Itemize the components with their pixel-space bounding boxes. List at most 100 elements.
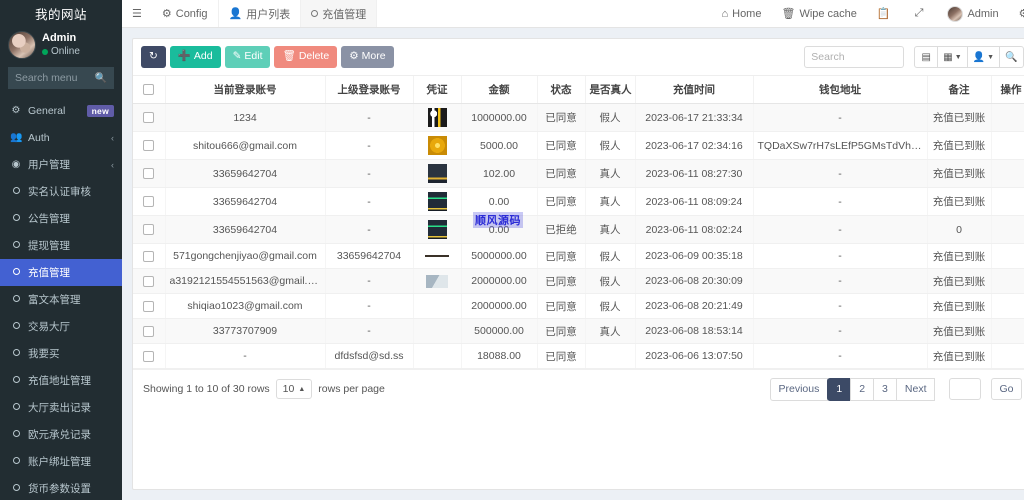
row-checkbox[interactable] xyxy=(143,276,154,287)
table-row[interactable]: shiqiao1023@gmail.com-2000000.00已同意假人202… xyxy=(133,294,1024,319)
refresh-button[interactable]: ↻ xyxy=(141,46,166,68)
topbar-action-0[interactable]: ⌂Home xyxy=(711,0,771,27)
page-button-3[interactable]: 3 xyxy=(873,378,897,401)
topbar-tab-1[interactable]: 👤用户列表 xyxy=(219,0,302,27)
sidebar-search[interactable]: 🔍 xyxy=(8,67,114,89)
row-checkbox[interactable] xyxy=(143,351,154,362)
voucher-cell[interactable] xyxy=(413,319,461,344)
voucher-thumbnail-icon[interactable] xyxy=(428,220,447,239)
row-checkbox[interactable] xyxy=(143,224,154,235)
voucher-cell[interactable] xyxy=(413,244,461,269)
table-row[interactable]: shitou666@gmail.com-5000.00已同意假人2023-06-… xyxy=(133,132,1024,160)
row-select-cell[interactable] xyxy=(133,132,165,160)
topbar-action-5[interactable]: ⚙ xyxy=(1009,0,1024,27)
page-button-1[interactable]: 1 xyxy=(827,378,851,401)
more-button[interactable]: ⚙ More xyxy=(341,46,393,68)
goto-page-input[interactable] xyxy=(949,378,981,400)
voucher-cell[interactable] xyxy=(413,294,461,319)
topbar-tab-0[interactable]: ⚙Config xyxy=(152,0,219,27)
row-checkbox[interactable] xyxy=(143,112,154,123)
grid-icon[interactable]: ▦▼ xyxy=(937,46,967,68)
search-menu-input[interactable] xyxy=(15,72,107,84)
sidebar-item-12[interactable]: 欧元承兑记录 xyxy=(0,421,122,448)
table-row[interactable]: 33659642704-0.00已同意真人2023-06-11 08:09:24… xyxy=(133,188,1024,216)
add-button[interactable]: ➕ Add xyxy=(170,46,221,68)
sidebar-item-1[interactable]: 👥Auth‹ xyxy=(0,124,122,151)
row-checkbox[interactable] xyxy=(143,301,154,312)
delete-button[interactable]: 🗑 Delete xyxy=(274,46,337,68)
next-page-button[interactable]: Next xyxy=(896,378,936,401)
time-cell: 2023-06-08 18:53:14 xyxy=(635,319,753,344)
row-select-cell[interactable] xyxy=(133,269,165,294)
table-row[interactable]: 1234-1000000.00已同意假人2023-06-17 21:33:34-… xyxy=(133,104,1024,132)
voucher-cell[interactable] xyxy=(413,104,461,132)
row-checkbox[interactable] xyxy=(143,168,154,179)
hamburger-menu-button[interactable]: ☰ xyxy=(122,0,152,27)
circle-o-icon xyxy=(10,267,22,278)
select-all-header[interactable] xyxy=(133,76,165,104)
edit-button[interactable]: ✎ Edit xyxy=(225,46,271,68)
voucher-cell[interactable] xyxy=(413,132,461,160)
row-select-cell[interactable] xyxy=(133,104,165,132)
topbar-action-4[interactable]: Admin xyxy=(937,0,1008,27)
export-icon[interactable]: 👤▼ xyxy=(967,46,1000,68)
voucher-thumbnail-icon[interactable] xyxy=(428,164,447,183)
row-checkbox[interactable] xyxy=(143,251,154,262)
sidebar-item-4[interactable]: 公告管理 xyxy=(0,205,122,232)
sidebar-item-7[interactable]: 富文本管理 xyxy=(0,286,122,313)
row-select-cell[interactable] xyxy=(133,319,165,344)
sidebar-item-8[interactable]: 交易大厅 xyxy=(0,313,122,340)
topbar-action-3[interactable]: ⤢ xyxy=(905,0,938,27)
table-row[interactable]: -dfdsfsd@sd.ss18088.00已同意2023-06-06 13:0… xyxy=(133,344,1024,369)
account-cell: 33659642704 xyxy=(165,188,325,216)
row-checkbox[interactable] xyxy=(143,196,154,207)
go-button[interactable]: Go xyxy=(991,378,1021,400)
table-row[interactable]: 33659642704-102.00已同意真人2023-06-11 08:27:… xyxy=(133,160,1024,188)
page-button-2[interactable]: 2 xyxy=(850,378,874,401)
sidebar-item-14[interactable]: 货币参数设置 xyxy=(0,475,122,500)
row-select-cell[interactable] xyxy=(133,216,165,244)
voucher-cell[interactable] xyxy=(413,216,461,244)
voucher-thumbnail-icon[interactable] xyxy=(428,192,447,211)
previous-page-button[interactable]: Previous xyxy=(770,378,829,401)
select-all-checkbox[interactable] xyxy=(143,84,154,95)
sidebar-item-10[interactable]: 充值地址管理 xyxy=(0,367,122,394)
table-row[interactable]: 571gongchenjiyao@gmail.com33659642704500… xyxy=(133,244,1024,269)
sidebar-user-panel[interactable]: Admin Online xyxy=(0,26,122,65)
voucher-thumbnail-icon[interactable] xyxy=(428,108,447,127)
topbar-tab-2[interactable]: 充值管理 xyxy=(301,0,377,27)
sidebar-item-6[interactable]: 充值管理 xyxy=(0,259,122,286)
sidebar-item-5[interactable]: 提现管理 xyxy=(0,232,122,259)
table-row[interactable]: 33773707909-500000.00已同意真人2023-06-08 18:… xyxy=(133,319,1024,344)
sidebar-item-0[interactable]: ⚙Generalnew xyxy=(0,97,122,124)
topbar-tabs: ⚙Config👤用户列表充值管理 xyxy=(152,0,377,27)
row-select-cell[interactable] xyxy=(133,344,165,369)
voucher-thumbnail-icon[interactable] xyxy=(428,136,447,155)
row-select-cell[interactable] xyxy=(133,294,165,319)
sidebar-item-2[interactable]: ◉用户管理‹ xyxy=(0,151,122,178)
columns-icon[interactable]: ▤ xyxy=(914,46,938,68)
search-icon-button[interactable]: 🔍 xyxy=(999,46,1023,68)
sidebar-item-11[interactable]: 大厅卖出记录 xyxy=(0,394,122,421)
sidebar-item-13[interactable]: 账户绑址管理 xyxy=(0,448,122,475)
action-cell xyxy=(991,269,1024,294)
sidebar-item-9[interactable]: 我要买 xyxy=(0,340,122,367)
search-input[interactable] xyxy=(804,46,904,68)
row-select-cell[interactable] xyxy=(133,244,165,269)
row-select-cell[interactable] xyxy=(133,188,165,216)
voucher-cell[interactable] xyxy=(413,269,461,294)
topbar-action-1[interactable]: 🗑Wipe cache xyxy=(771,0,866,27)
row-checkbox[interactable] xyxy=(143,140,154,151)
voucher-cell[interactable] xyxy=(413,188,461,216)
row-select-cell[interactable] xyxy=(133,160,165,188)
table-row[interactable]: a3192121554551563@gmail.com-2000000.00已同… xyxy=(133,269,1024,294)
topbar-action-2[interactable]: 📋 xyxy=(867,0,905,27)
table-row[interactable]: 33659642704-0.00已拒绝真人2023-06-11 08:02:24… xyxy=(133,216,1024,244)
sidebar-item-3[interactable]: 实名认证审核 xyxy=(0,178,122,205)
voucher-thumbnail-icon[interactable] xyxy=(425,251,449,261)
row-checkbox[interactable] xyxy=(143,326,154,337)
voucher-thumbnail-icon[interactable] xyxy=(426,275,448,288)
voucher-cell[interactable] xyxy=(413,344,461,369)
rows-per-page-select[interactable]: 10 ▲ xyxy=(276,379,313,399)
voucher-cell[interactable] xyxy=(413,160,461,188)
